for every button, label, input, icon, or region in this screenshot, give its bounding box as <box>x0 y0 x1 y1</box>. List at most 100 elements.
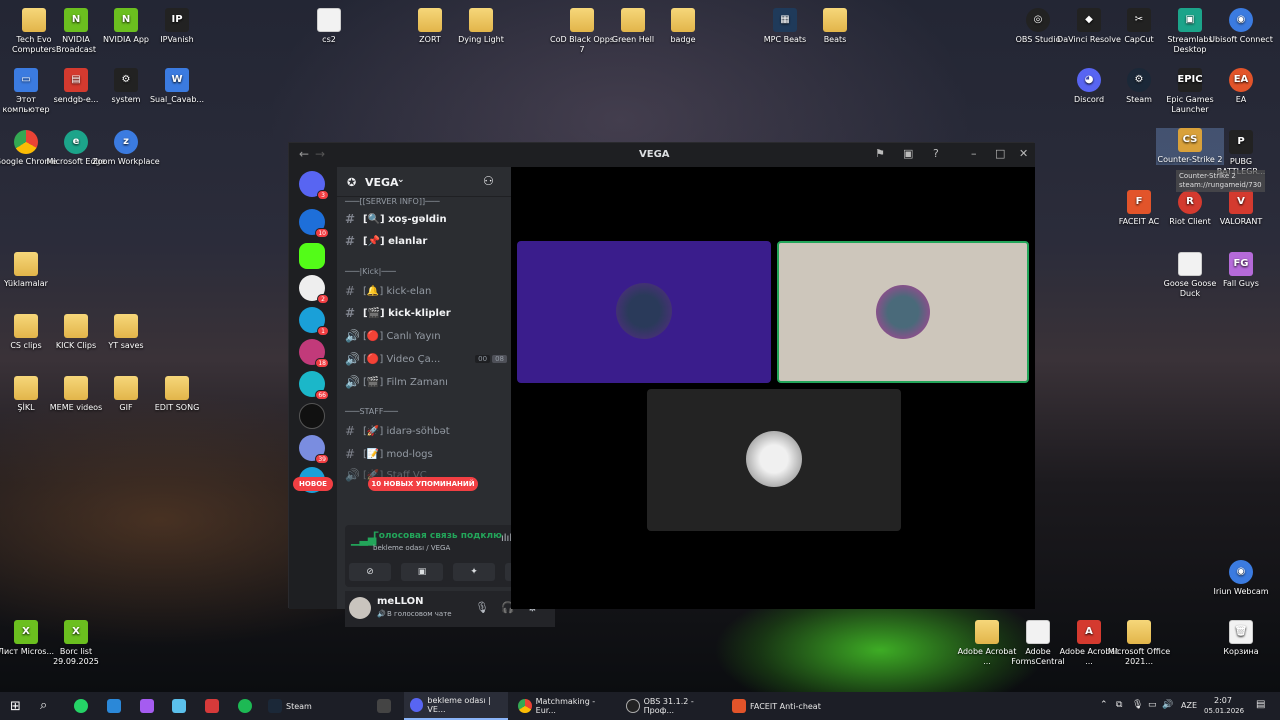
desktop-icon-dying-light[interactable]: Dying Light <box>447 8 515 45</box>
capcut-icon[interactable] <box>377 699 391 713</box>
desktop-icon-beats[interactable]: Beats <box>801 8 869 45</box>
desktop-icon-office[interactable]: Microsoft Office 2021... <box>1105 620 1173 667</box>
mentions-banner[interactable]: 10 НОВЫХ УПОМИНАНИЙ <box>368 477 478 491</box>
server-icon-pink[interactable]: 18 <box>299 339 329 368</box>
clock-date[interactable]: 05.01.2026 <box>1204 707 1244 715</box>
desktop-icon-valorant[interactable]: V VALORANT <box>1207 190 1275 227</box>
title-bar[interactable]: ← → VEGA ⚑ ▣ ? – □ ✕ <box>289 143 1035 167</box>
participant-tile-speaking[interactable] <box>777 241 1029 383</box>
category-server-info[interactable]: ───[[SERVER INFO]]─── <box>345 197 507 206</box>
channel-sidebar: ✪ VEGA ⌄ ⚇ ───[[SERVER INFO]]─── # [🔍] xo… <box>337 167 555 627</box>
desktop-icon-iriun[interactable]: ◉ Iriun Webcam <box>1207 560 1275 597</box>
server-icon-avatar[interactable]: 2 <box>299 275 329 304</box>
server-icon-vega[interactable]: 10 <box>299 209 329 238</box>
notifications-icon[interactable]: ▤ <box>1256 699 1265 710</box>
file-explorer-icon[interactable] <box>107 699 121 713</box>
copilot-icon[interactable] <box>140 699 154 713</box>
nvidia-icon: N <box>64 8 88 32</box>
invite-icon[interactable]: ⚇ <box>483 174 494 188</box>
new-badge[interactable]: НОВОЕ <box>293 477 333 491</box>
desktop-icon-zoom[interactable]: z Zoom Workplace <box>92 130 160 167</box>
server-icon-teal[interactable]: 66 <box>299 371 329 400</box>
server-icon-m[interactable]: 1 <box>299 307 329 336</box>
channel-item[interactable]: # [🚀] idarə-söhbət <box>345 421 507 441</box>
camera-off-button[interactable]: ⊘ <box>349 563 391 581</box>
desktop-icon-edit-song[interactable]: EDIT SONG <box>143 376 211 413</box>
participant-avatar <box>616 283 672 339</box>
taskbar-app-discord[interactable]: bekleme odası | VE... <box>404 692 508 720</box>
back-arrow-icon[interactable]: ← <box>299 147 309 161</box>
forms-icon <box>1026 620 1050 644</box>
app-red-icon[interactable] <box>205 699 219 713</box>
desktop-icon-borc-list[interactable]: X Borc list 29.09.2025 <box>42 620 110 667</box>
folder-icon <box>469 8 493 32</box>
volume-icon[interactable]: 🔊 <box>1162 700 1173 710</box>
tray-app-icon[interactable]: ⧉ <box>1116 700 1122 710</box>
discord-window[interactable]: ← → VEGA ⚑ ▣ ? – □ ✕ 3 10 2 1 18 66 39 ✪… <box>288 142 1035 627</box>
voice-channel-name[interactable]: bekleme odası / VEGA <box>373 544 450 552</box>
participant-avatar <box>876 285 930 339</box>
streamlabs-icon: ▣ <box>1178 8 1202 32</box>
search-icon[interactable]: ⌕ <box>40 698 47 713</box>
taskbar-app-obs[interactable]: OBS 31.1.2 - Проф... <box>620 692 724 720</box>
taskbar-app-faceit[interactable]: FACEIT Anti-cheat <box>726 692 830 720</box>
screen-share-icon[interactable]: ▣ <box>903 147 913 160</box>
language-indicator[interactable]: AZE <box>1181 701 1197 710</box>
server-name: VEGA <box>365 176 399 189</box>
server-icon-gca[interactable] <box>299 403 325 429</box>
voice-channel-item[interactable]: 🔊 [🔴] Video Ça... 00 08 <box>345 349 507 369</box>
inbox-flag-icon[interactable]: ⚑ <box>875 147 885 160</box>
username[interactable]: meLLON <box>377 596 423 607</box>
channel-item[interactable]: # [🎬] kick-klipler <box>345 303 507 323</box>
clock-time[interactable]: 2:07 <box>1214 696 1232 705</box>
desktop-icon-ea[interactable]: EA EA <box>1207 68 1275 105</box>
desktop-icon-recycle-bin[interactable]: 🗑 Корзина <box>1207 620 1275 657</box>
microphone-tray-icon[interactable]: 🎙 <box>1132 700 1143 710</box>
channel-item[interactable]: # [🔍] xoş-gəldin <box>345 209 507 229</box>
category-staff[interactable]: ───STAFF─── <box>345 407 507 416</box>
desktop-icon-badge[interactable]: badge <box>649 8 717 45</box>
windows-start-icon[interactable]: ⊞ <box>10 699 21 714</box>
participant-tile[interactable] <box>517 241 771 383</box>
store-icon[interactable] <box>172 699 186 713</box>
server-icon-kick[interactable] <box>299 243 325 269</box>
discord-icon: ◕ <box>1077 68 1101 92</box>
taskbar-app-steam[interactable]: Steam <box>262 692 362 720</box>
direct-messages-icon[interactable]: 3 <box>299 171 329 200</box>
maximize-icon[interactable]: □ <box>995 147 1005 160</box>
chevron-up-icon[interactable]: ⌃ <box>1100 700 1108 710</box>
participant-tile[interactable] <box>647 389 901 531</box>
desktop-icon-ubisoft[interactable]: ◉ Ubisoft Connect <box>1207 8 1275 45</box>
desktop-icon-sual[interactable]: W Sual_Cavab... <box>143 68 211 105</box>
channel-item[interactable]: # [🔔] kick-elan <box>345 281 507 301</box>
activities-button[interactable]: ✦ <box>453 563 495 581</box>
desktop-icon-downloads[interactable]: Yüklamalar <box>0 252 60 289</box>
channel-item[interactable]: # [📝] mod-logs <box>345 444 507 464</box>
category-kick[interactable]: ───|Kick|─── <box>345 267 507 276</box>
channel-item[interactable]: # [📌] elanlar <box>345 231 507 251</box>
desktop-icon-cs2[interactable]: cs2 <box>295 8 363 45</box>
voice-status[interactable]: Голосовая связь подклю <box>373 531 502 541</box>
notification-badge: 3 <box>317 190 329 200</box>
desktop-icon-ipvanish[interactable]: IP IPVanish <box>143 8 211 45</box>
voice-channel-item[interactable]: 🔊 [🎬] Film Zamanı <box>345 372 507 392</box>
ubisoft-icon: ◉ <box>1229 8 1253 32</box>
whatsapp-icon[interactable] <box>74 699 88 713</box>
webcam-icon: ◉ <box>1229 560 1253 584</box>
spotify-icon[interactable] <box>238 699 252 713</box>
user-status: В голосовом чате <box>387 610 452 618</box>
taskbar-app-chrome[interactable]: Matchmaking - Eur... <box>512 692 616 720</box>
close-icon[interactable]: ✕ <box>1019 147 1028 160</box>
desktop-icon-yt-saves[interactable]: YT saves <box>92 314 160 351</box>
avatar[interactable] <box>349 597 371 619</box>
voice-channel-item[interactable]: 🔊 [🔴] Canlı Yayın <box>345 326 507 346</box>
help-icon[interactable]: ? <box>933 147 939 160</box>
forward-arrow-icon[interactable]: → <box>315 147 325 161</box>
microphone-icon[interactable]: 🎙 <box>475 601 489 614</box>
server-header[interactable]: ✪ VEGA ⌄ ⚇ <box>337 167 511 197</box>
desktop-icon-fall-guys[interactable]: FG Fall Guys <box>1207 252 1275 289</box>
server-icon-blue[interactable]: 39 <box>299 435 329 464</box>
screen-share-button[interactable]: ▣ <box>401 563 443 581</box>
network-icon[interactable]: ▭ <box>1148 700 1157 710</box>
minimize-icon[interactable]: – <box>971 147 977 160</box>
